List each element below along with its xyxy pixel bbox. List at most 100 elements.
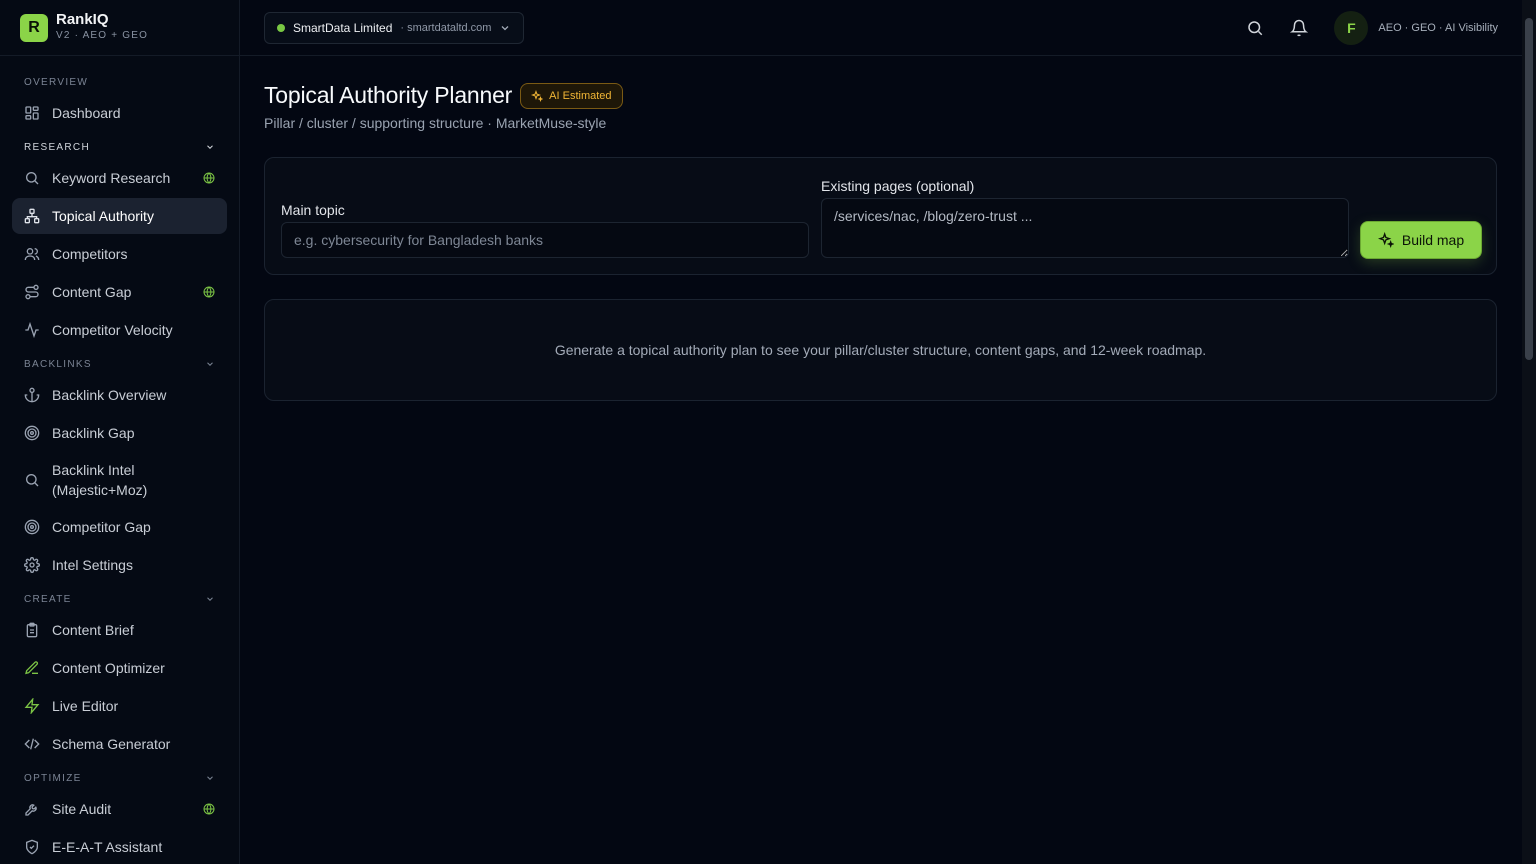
sidebar-item-label: Competitor Velocity [52,322,173,338]
avatar[interactable]: F [1334,10,1369,45]
empty-state-text: Generate a topical authority plan to see… [554,342,1207,358]
sidebar-item-label: E-E-A-T Assistant [52,839,163,855]
route-icon [24,284,40,300]
bell-icon[interactable] [1290,19,1309,37]
sidebar-item-label: Competitors [52,246,128,262]
activity-icon [24,322,40,338]
chevron-down-icon [207,145,213,149]
sidebar-item-label: Topical Authority [52,208,154,224]
empty-state: Generate a topical authority plan to see… [264,299,1497,401]
sidebar-item-label: Content Optimizer [52,660,165,676]
project-name: SmartData Limited [293,20,393,35]
pencil-icon [24,660,40,676]
globe-icon [203,286,215,298]
sidebar-item-label: Live Editor [52,698,119,714]
sidebar-item-competitors[interactable]: Competitors [12,236,227,272]
globe-icon [203,172,215,184]
sidebar-item-label: Backlink Overview [52,387,167,403]
shield-check-icon [24,839,40,855]
section-label: RESEARCH [24,141,90,153]
chevron-down-icon [207,597,213,601]
lightning-icon [24,698,40,714]
main-content: Topical Authority Planner AI Estimated P… [264,56,1497,401]
sidebar-item-label: Dashboard [52,105,121,121]
sidebar-item-topical-authority[interactable]: Topical Authority [12,198,227,234]
status-dot [277,23,285,32]
gear-icon [24,557,40,573]
project-domain: · smartdataltd.com [400,21,492,34]
chevron-down-icon [502,25,509,30]
sidebar-item-intel-settings[interactable]: Intel Settings [12,547,227,583]
sidebar-item-label: Keyword Research [52,170,171,186]
sidebar-item-eeat-assistant[interactable]: E-E-A-T Assistant [12,829,227,864]
section-create[interactable]: CREATE [12,588,227,610]
code-icon [24,736,40,752]
sidebar-item-content-optimizer[interactable]: Content Optimizer [12,650,227,686]
section-label: CREATE [24,593,72,605]
section-optimize[interactable]: OPTIMIZE [12,767,227,789]
topbar-actions: F AEO · GEO · AI Visibility [1220,10,1498,45]
sidebar-item-backlink-intel[interactable]: Backlink Intel (Majestic+Moz) [12,453,227,507]
sidebar-item-label: Intel Settings [52,557,133,573]
anchor-icon [24,387,40,403]
main-topic-label: Main topic [281,202,345,218]
target-icon [24,425,40,441]
sidebar-item-live-editor[interactable]: Live Editor [12,688,227,724]
sidebar-item-label: Site Audit [52,801,112,817]
ai-estimated-badge: AI Estimated [520,82,623,109]
topic-form: Main topic Existing pages (optional) Bui… [264,157,1497,275]
sidebar-item-keyword-research[interactable]: Keyword Research [12,160,227,196]
section-label: BACKLINKS [24,358,92,370]
sidebar-item-schema-generator[interactable]: Schema Generator [12,726,227,762]
brand-logo: R [20,13,48,42]
sidebar-item-backlink-overview[interactable]: Backlink Overview [12,377,227,413]
section-overview: OVERVIEW [12,71,227,93]
topbar: SmartData Limited · smartdataltd.com F A… [240,0,1522,56]
sidebar-item-label: Schema Generator [52,736,171,752]
brand-subtitle: V2 · AEO + GEO [56,30,149,41]
search-icon [24,472,40,488]
sparkles-icon [1377,232,1394,248]
clipboard-icon [24,622,40,638]
sidebar-item-competitor-velocity[interactable]: Competitor Velocity [12,312,227,348]
project-selector[interactable]: SmartData Limited · smartdataltd.com [264,11,525,44]
chevron-down-icon [207,362,213,366]
existing-pages-label: Existing pages (optional) [821,178,975,194]
build-map-label: Build map [1401,232,1465,248]
chevron-down-icon [207,776,213,780]
main-topic-input[interactable] [281,222,809,258]
sparkles-icon [531,89,544,102]
target-icon [24,519,40,535]
users-icon [24,246,40,262]
section-research[interactable]: RESEARCH [12,136,227,158]
sidebar-item-dashboard[interactable]: Dashboard [12,95,227,131]
search-icon[interactable] [1246,19,1264,37]
section-label: OPTIMIZE [24,772,82,784]
sidebar-item-content-brief[interactable]: Content Brief [12,612,227,648]
sitemap-icon [24,208,40,224]
brand-name: RankIQ [56,11,109,28]
sidebar-item-site-audit[interactable]: Site Audit [12,791,227,827]
build-map-button[interactable]: Build map [1361,222,1481,258]
page-title: Topical Authority Planner [264,82,513,108]
existing-pages-input[interactable] [821,198,1349,258]
badge-label: AI Estimated [549,89,612,102]
sidebar-item-label: Content Brief [52,622,134,638]
sidebar-item-label: Competitor Gap [52,519,151,535]
scrollbar-thumb[interactable] [1525,18,1533,360]
title-row: Topical Authority Planner AI Estimated [264,82,1497,109]
section-backlinks[interactable]: BACKLINKS [12,353,227,375]
globe-icon [203,803,215,815]
sidebar-item-backlink-gap[interactable]: Backlink Gap [12,415,227,451]
search-icon [24,170,40,186]
user-tag: AEO · GEO · AI Visibility [1378,21,1498,34]
section-label: OVERVIEW [24,76,89,88]
sidebar-item-competitor-gap[interactable]: Competitor Gap [12,509,227,545]
brand[interactable]: R RankIQ V2 · AEO + GEO [0,0,239,56]
sidebar-item-content-gap[interactable]: Content Gap [12,274,227,310]
sidebar-item-label: Backlink Intel (Majestic+Moz) [52,462,148,498]
app-root: R RankIQ V2 · AEO + GEO OVERVIEW Dashboa… [0,0,1536,864]
page-scrollbar[interactable] [1522,0,1536,864]
page-subtitle: Pillar / cluster / supporting structure … [264,115,607,131]
sidebar-item-label: Content Gap [52,284,132,300]
